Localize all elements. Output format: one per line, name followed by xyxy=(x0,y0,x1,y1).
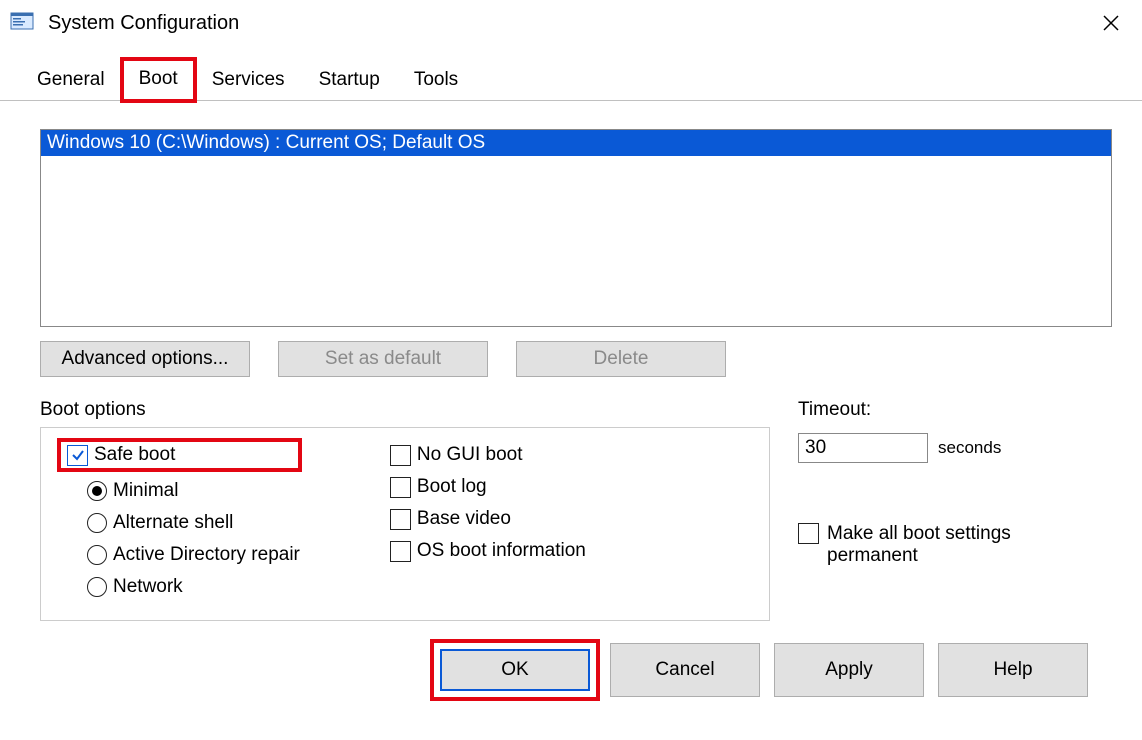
os-list[interactable]: Windows 10 (C:\Windows) : Current OS; De… xyxy=(40,129,1112,327)
lower-area: Boot options Safe boot xyxy=(40,399,1112,621)
boot-options-group: Boot options Safe boot xyxy=(40,399,770,621)
os-boot-info-label: OS boot information xyxy=(417,540,586,562)
tab-tools[interactable]: Tools xyxy=(397,60,475,101)
permanent-checkbox[interactable]: Make all boot settings permanent xyxy=(798,523,1112,567)
boot-log-label: Boot log xyxy=(417,476,487,498)
system-configuration-window: System Configuration General Boot Servic… xyxy=(0,0,1142,740)
delete-button: Delete xyxy=(516,341,726,377)
close-icon xyxy=(1102,14,1120,32)
boot-options-right-col: No GUI boot Boot log Base video OS xyxy=(390,440,586,598)
no-gui-boot-checkbox[interactable]: No GUI boot xyxy=(390,444,586,466)
radio-icon xyxy=(87,545,107,565)
help-button[interactable]: Help xyxy=(938,643,1088,697)
no-gui-boot-label: No GUI boot xyxy=(417,444,523,466)
boot-options-box: Safe boot Minimal Alternate shell xyxy=(40,427,770,621)
radio-network-label: Network xyxy=(113,576,183,598)
permanent-label: Make all boot settings permanent xyxy=(827,523,1067,567)
radio-icon xyxy=(87,481,107,501)
advanced-options-button[interactable]: Advanced options... xyxy=(40,341,250,377)
app-icon xyxy=(8,9,36,37)
radio-adrepair-label: Active Directory repair xyxy=(113,544,300,566)
safe-boot-label: Safe boot xyxy=(94,444,175,466)
radio-icon xyxy=(87,577,107,597)
tab-bar: General Boot Services Startup Tools xyxy=(0,46,1142,101)
tab-boot[interactable]: Boot xyxy=(122,59,195,101)
window-title: System Configuration xyxy=(48,12,239,35)
os-boot-info-checkbox[interactable]: OS boot information xyxy=(390,540,586,562)
timeout-area: Timeout: seconds Make all boot settings … xyxy=(798,399,1112,567)
radio-ad-repair[interactable]: Active Directory repair xyxy=(87,544,300,566)
set-as-default-button: Set as default xyxy=(278,341,488,377)
ok-button[interactable]: OK xyxy=(440,649,590,691)
tab-startup[interactable]: Startup xyxy=(302,60,397,101)
cancel-button[interactable]: Cancel xyxy=(610,643,760,697)
base-video-label: Base video xyxy=(417,508,511,530)
dialog-footer: OK Cancel Apply Help xyxy=(40,631,1112,715)
boot-options-label: Boot options xyxy=(40,399,770,421)
checkbox-icon xyxy=(390,509,411,530)
apply-button[interactable]: Apply xyxy=(774,643,924,697)
checkbox-icon xyxy=(390,477,411,498)
checkbox-icon xyxy=(390,445,411,466)
radio-minimal-label: Minimal xyxy=(113,480,178,502)
boot-log-checkbox[interactable]: Boot log xyxy=(390,476,586,498)
timeout-label: Timeout: xyxy=(798,399,1112,421)
safe-boot-highlight: Safe boot xyxy=(59,440,300,470)
safe-boot-checkbox[interactable]: Safe boot xyxy=(67,444,175,466)
radio-altshell-label: Alternate shell xyxy=(113,512,233,534)
timeout-input[interactable] xyxy=(798,433,928,463)
os-list-item[interactable]: Windows 10 (C:\Windows) : Current OS; De… xyxy=(41,130,1111,156)
radio-minimal[interactable]: Minimal xyxy=(87,480,300,502)
base-video-checkbox[interactable]: Base video xyxy=(390,508,586,530)
tab-general[interactable]: General xyxy=(20,60,122,101)
close-button[interactable] xyxy=(1088,0,1134,46)
os-buttons-row: Advanced options... Set as default Delet… xyxy=(40,341,1112,377)
boot-panel: Windows 10 (C:\Windows) : Current OS; De… xyxy=(0,101,1142,740)
boot-options-left-col: Safe boot Minimal Alternate shell xyxy=(59,440,300,598)
checkbox-icon xyxy=(390,541,411,562)
radio-alternate-shell[interactable]: Alternate shell xyxy=(87,512,300,534)
tab-services[interactable]: Services xyxy=(195,60,302,101)
titlebar: System Configuration xyxy=(0,0,1142,46)
timeout-row: seconds xyxy=(798,433,1112,463)
radio-network[interactable]: Network xyxy=(87,576,300,598)
checkbox-icon xyxy=(67,445,88,466)
checkbox-icon xyxy=(798,523,819,544)
ok-highlight: OK xyxy=(434,643,596,697)
radio-icon xyxy=(87,513,107,533)
timeout-unit: seconds xyxy=(938,438,1001,458)
